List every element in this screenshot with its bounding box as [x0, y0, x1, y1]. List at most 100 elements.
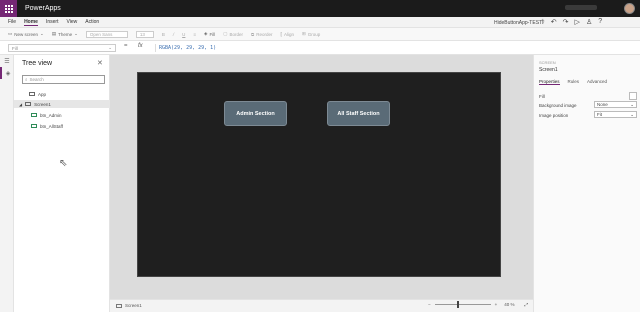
app-icon [29, 92, 35, 96]
align-label: Align [283, 31, 294, 37]
group-label: Group [307, 31, 321, 37]
font-size-value: 13 [135, 30, 154, 38]
fill-label: Fill [209, 31, 216, 37]
tree-item-control[interactable]: btn_AllStaff [14, 122, 110, 130]
menu-file[interactable]: File [8, 19, 16, 25]
button-icon [31, 113, 37, 117]
image-position-label: Image position [539, 112, 569, 118]
close-icon[interactable]: ✕ [97, 59, 103, 67]
screen-icon [25, 102, 32, 106]
tree-item-app[interactable]: App [14, 90, 110, 98]
zoom-slider[interactable] [434, 301, 491, 308]
align-button[interactable]: ⫿ Align [281, 32, 294, 37]
app-title: HideButtonApp-TEST [494, 20, 543, 26]
tab-advanced[interactable]: Advanced [587, 79, 607, 85]
app-name: PowerApps [25, 5, 61, 12]
play-icon[interactable]: ▷ [575, 18, 580, 26]
mouse-cursor-icon: ⇖ [59, 158, 68, 169]
left-rail: ☰ ◈ [0, 55, 14, 312]
border-icon: ▢ [223, 31, 228, 36]
tree-item-label: btn_Admin [40, 112, 62, 118]
background-image-label: Background image [539, 102, 577, 108]
group-icon: ⊞ [302, 31, 306, 36]
hamburger-icon[interactable]: ☰ [0, 55, 14, 67]
screen-selector-label: Screen1 [125, 303, 142, 308]
fx-icon[interactable]: fx [138, 43, 143, 49]
screen-icon: ▭ [8, 31, 13, 36]
theme-icon: ▤ [51, 31, 57, 36]
zoom-out-button[interactable]: − [428, 302, 431, 307]
font-select[interactable]: Open Sans [85, 30, 128, 38]
text-align-icon[interactable]: ≡ [193, 32, 196, 37]
screen-selector[interactable]: Screen1 [116, 303, 142, 308]
help-icon[interactable]: ? [598, 18, 602, 26]
avatar[interactable] [624, 3, 635, 14]
background-image-value: None [597, 102, 608, 107]
undo-icon[interactable]: ↶ [551, 18, 557, 26]
border-button[interactable]: ▢ Border [223, 31, 243, 37]
bold-icon[interactable]: B [162, 32, 165, 37]
menu-icons: ⚕ ↶ ↷ ▷ ♙ ? [541, 18, 602, 26]
reorder-icon: ⧉ [251, 31, 255, 37]
fill-property-label: Fill [539, 93, 545, 99]
reorder-label: Reorder [256, 31, 273, 37]
theme-button[interactable]: ▤ Theme ⌄ [52, 31, 78, 37]
formula-input[interactable]: RGBA(29, 29, 29, 1) [155, 44, 630, 52]
search-input[interactable]: ⌕ Search [22, 75, 105, 84]
layers-icon[interactable]: ◈ [0, 67, 14, 79]
chevron-down-icon: ⌄ [630, 111, 634, 117]
zoom-control: − + 40 % ⤢ [428, 301, 529, 308]
zoom-slider-thumb[interactable] [457, 301, 460, 308]
tree-view-title: Tree view [22, 60, 53, 67]
tab-properties[interactable]: Properties [539, 79, 560, 85]
tree-item-control[interactable]: btn_Admin [14, 111, 110, 119]
new-screen-button[interactable]: ▭ New screen ⌄ [8, 31, 44, 37]
chevron-down-icon: ⌄ [40, 31, 44, 36]
person-icon[interactable]: ♙ [586, 18, 592, 26]
ribbon-toolbar: ▭ New screen ⌄ ▤ Theme ⌄ Open Sans 13 B / U … [0, 28, 640, 41]
title-bar: PowerApps [0, 0, 640, 17]
menu-home[interactable]: Home [24, 19, 38, 26]
font-value: Open Sans [85, 30, 128, 38]
app-screen[interactable]: Admin Section All Staff Section [137, 72, 501, 277]
zoom-value: 40 % [504, 302, 515, 307]
chevron-down-icon[interactable]: ◢ [19, 102, 22, 107]
control-name: Screen1 [539, 67, 558, 73]
property-select[interactable]: Fill ⌄ [8, 44, 116, 52]
status-bar: Screen1 − + 40 % ⤢ [110, 299, 533, 312]
fill-button[interactable]: ◈ Fill [204, 31, 215, 37]
tree-item-label: Screen1 [34, 101, 51, 107]
group-button[interactable]: ⊞ Group [302, 31, 320, 37]
background-image-select[interactable]: None ⌄ [594, 101, 637, 108]
menu-action[interactable]: Action [85, 19, 99, 25]
image-position-value: Fit [597, 112, 602, 117]
image-position-row: Image position Fit ⌄ [539, 111, 637, 119]
control-kind: SCREEN [539, 60, 556, 65]
fill-color-picker[interactable] [629, 92, 637, 100]
all-staff-section-button[interactable]: All Staff Section [327, 101, 390, 126]
chevron-down-icon: ⌄ [630, 101, 634, 107]
italic-icon[interactable]: / [173, 32, 174, 37]
redo-icon[interactable]: ↷ [563, 18, 569, 26]
tab-rules[interactable]: Rules [568, 79, 580, 85]
equals-sign: = [124, 43, 128, 49]
formula-bar: Fill ⌄ = fx RGBA(29, 29, 29, 1) [0, 41, 640, 55]
fill-property-row: Fill [539, 92, 637, 100]
menu-view[interactable]: View [66, 19, 77, 25]
border-label: Border [229, 31, 244, 37]
underline-icon[interactable]: U [182, 32, 185, 37]
reorder-button[interactable]: ⧉ Reorder [251, 32, 272, 37]
font-size-select[interactable]: 13 [135, 30, 154, 38]
stethoscope-icon[interactable]: ⚕ [541, 18, 545, 26]
tree-item-screen[interactable]: ◢ Screen1 [14, 100, 110, 108]
image-position-select[interactable]: Fit ⌄ [594, 111, 637, 118]
properties-tabs: Properties Rules Advanced [539, 79, 607, 85]
app-launcher-icon[interactable] [0, 0, 17, 17]
menu-insert[interactable]: Insert [46, 19, 59, 25]
menu-bar: File Home Insert View Action HideButtonA… [0, 17, 640, 28]
admin-section-button[interactable]: Admin Section [224, 101, 287, 126]
new-screen-label: New screen [14, 31, 39, 37]
fill-icon: ◈ [204, 31, 208, 36]
fullscreen-icon[interactable]: ⤢ [525, 302, 529, 307]
zoom-in-button[interactable]: + [495, 302, 498, 307]
